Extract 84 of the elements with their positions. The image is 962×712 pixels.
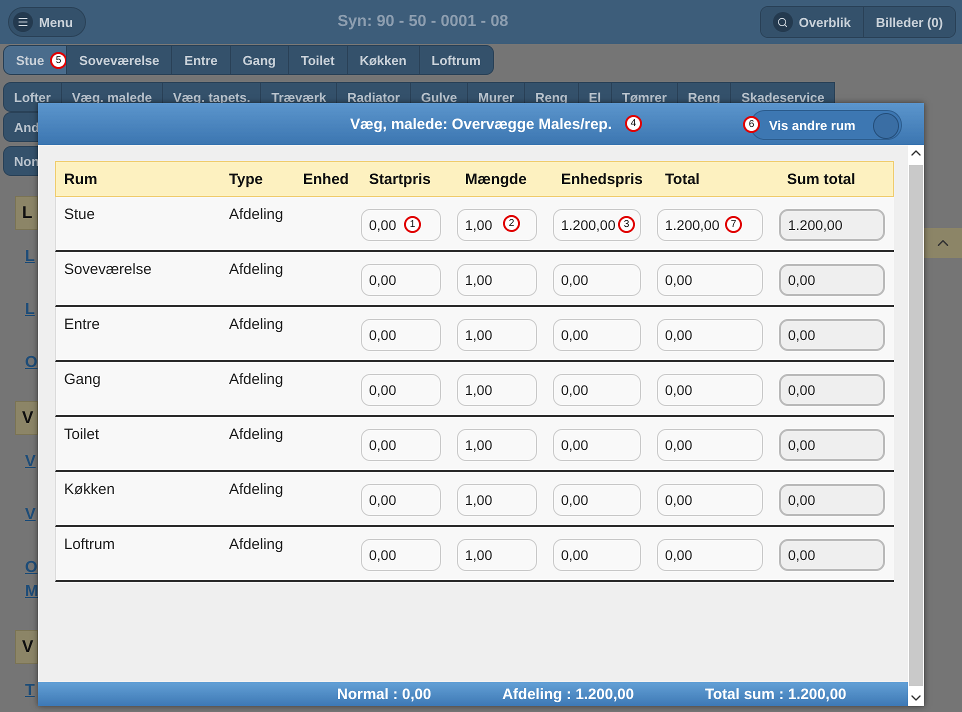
- room-tab[interactable]: Toilet: [288, 45, 348, 75]
- room-cell-text: Toilet: [63, 425, 100, 445]
- room-tab[interactable]: Entre: [171, 45, 231, 75]
- footer-total: Total sum : 1.200,00: [704, 686, 846, 702]
- annotation-marker: 7: [725, 216, 742, 233]
- input-field[interactable]: 0,00 1: [361, 209, 441, 241]
- type-cell-text: Afdeling: [228, 535, 284, 555]
- input-field[interactable]: 0,00: [657, 374, 763, 406]
- input-field[interactable]: 1.200,00 3: [553, 209, 641, 241]
- room-tab[interactable]: Stue 5: [3, 45, 68, 75]
- pictures-button[interactable]: Billeder (0): [864, 7, 955, 37]
- input-field[interactable]: 0,00: [553, 484, 641, 516]
- input-field[interactable]: 0,00: [657, 429, 763, 461]
- input-field[interactable]: 0,00: [657, 319, 763, 351]
- annotation-marker: 4: [624, 114, 642, 132]
- input-field[interactable]: 0,00: [553, 374, 641, 406]
- input-field[interactable]: 0,00: [553, 539, 641, 571]
- input-field[interactable]: 0,00: [553, 429, 641, 461]
- type-cell-text: Afdeling: [228, 370, 284, 390]
- input-field[interactable]: 0,00: [361, 264, 441, 296]
- input-field[interactable]: 0,00: [361, 429, 441, 461]
- column-header: Enhed: [302, 170, 350, 188]
- input-field[interactable]: 0,00: [361, 484, 441, 516]
- sum-field: 0,00: [779, 264, 885, 296]
- section-header: L: [15, 196, 38, 230]
- sum-field: 0,00: [779, 484, 885, 516]
- overview-button[interactable]: Overblik: [760, 7, 864, 37]
- annotation-marker: 5: [50, 52, 67, 69]
- room-tab[interactable]: Gang: [230, 45, 289, 75]
- input-field[interactable]: 1,00: [457, 319, 537, 351]
- column-header: Startpris: [368, 170, 432, 188]
- scrollbar[interactable]: [908, 145, 924, 706]
- input-field[interactable]: 0,00: [657, 539, 763, 571]
- column-header: Sum total: [786, 170, 856, 188]
- type-cell-text: Afdeling: [228, 260, 284, 280]
- sum-field: 1.200,00: [779, 209, 885, 241]
- annotation-marker: 2: [503, 215, 520, 232]
- sum-field: 0,00: [779, 319, 885, 351]
- column-header: Type: [228, 170, 264, 188]
- menu-button[interactable]: Menu: [8, 7, 86, 37]
- input-field[interactable]: 0,00: [657, 484, 763, 516]
- room-tab[interactable]: Køkken: [346, 45, 420, 75]
- type-cell-text: Afdeling: [228, 425, 284, 445]
- input-field[interactable]: 0,00: [553, 264, 641, 296]
- input-field[interactable]: 0,00: [553, 319, 641, 351]
- sum-field: 0,00: [779, 539, 885, 571]
- input-field[interactable]: 1,00: [457, 539, 537, 571]
- room-tab[interactable]: Loftrum: [418, 45, 494, 75]
- input-field[interactable]: 1,00: [457, 374, 537, 406]
- input-field[interactable]: 0,00: [361, 319, 441, 351]
- menu-icon: [13, 12, 33, 32]
- footer-total: Afdeling : 1.200,00: [502, 686, 634, 702]
- room-tab[interactable]: Soveværelse: [66, 45, 172, 75]
- input-field[interactable]: 1,00: [457, 484, 537, 516]
- room-cell-text: Stue: [63, 205, 96, 225]
- type-cell-text: Afdeling: [228, 480, 284, 500]
- annotation-marker: 6: [743, 116, 760, 133]
- input-field[interactable]: 1,00: [457, 429, 537, 461]
- room-cell-text: Soveværelse: [63, 260, 153, 280]
- room-cell-text: Køkken: [63, 480, 116, 500]
- column-header: Total: [664, 170, 701, 188]
- input-field[interactable]: 0,00: [361, 539, 441, 571]
- annotation-marker: 1: [404, 216, 421, 233]
- column-header: Rum: [63, 170, 98, 188]
- search-icon: [772, 12, 793, 32]
- input-field[interactable]: 0,00: [361, 374, 441, 406]
- column-header: Mængde: [464, 170, 528, 188]
- room-cell-text: Entre: [63, 315, 101, 335]
- section-header: V: [15, 401, 38, 435]
- type-cell-text: Afdeling: [228, 315, 284, 335]
- type-cell-text: Afdeling: [228, 205, 284, 225]
- room-cell-text: Loftrum: [63, 535, 116, 555]
- sum-field: 0,00: [779, 374, 885, 406]
- input-field[interactable]: 0,00: [657, 264, 763, 296]
- input-field[interactable]: 1,00 2: [457, 209, 537, 241]
- footer-total: Normal : 0,00: [337, 686, 432, 702]
- input-field[interactable]: 1.200,00 7: [657, 209, 763, 241]
- inspection-title: Syn: 90 - 50 - 0001 - 08: [336, 13, 510, 31]
- input-field[interactable]: 1,00: [457, 264, 537, 296]
- section-header: V: [15, 630, 38, 664]
- column-header: Enhedspris: [560, 170, 644, 188]
- room-cell-text: Gang: [63, 370, 102, 390]
- annotation-marker: 3: [618, 216, 635, 233]
- sum-field: 0,00: [779, 429, 885, 461]
